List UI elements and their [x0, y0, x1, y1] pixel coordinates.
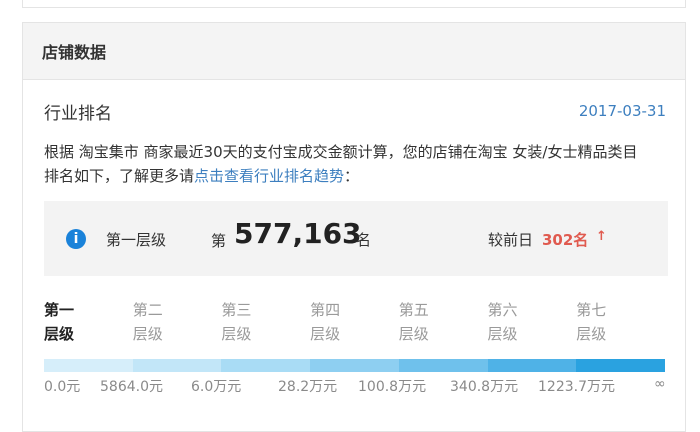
- level-bar-segment-5: [398, 359, 488, 372]
- threshold-label: 5864.0元: [100, 379, 163, 395]
- level-bar-segment-3: [221, 359, 311, 372]
- threshold-label: 0.0元: [44, 379, 81, 395]
- ranking-date: 2017-03-31: [578, 102, 666, 120]
- level-label-line2: 层级: [576, 325, 607, 343]
- panel-title: 店铺数据: [42, 43, 107, 62]
- rank-number: 577,163: [234, 217, 362, 250]
- threshold-label: 100.8万元: [358, 379, 427, 395]
- level-label-line1: 第一: [44, 301, 75, 319]
- description-suffix: ：: [344, 167, 360, 185]
- arrow-up-icon: ↑: [596, 229, 607, 244]
- level-label-2: 第二 层级: [133, 298, 173, 346]
- level-label-6: 第六 层级: [488, 298, 528, 346]
- rank-prefix: 第: [211, 232, 227, 250]
- ranking-description: 根据 淘宝集市 商家最近30天的支付宝成交金额计算，您的店铺在淘宝 女装/女士精…: [44, 140, 644, 188]
- level-label-line1: 第二: [132, 301, 163, 319]
- level-label-line1: 第七: [576, 301, 607, 319]
- level-scale: 第一 层级 第二 层级 第三 层级 第四 层级 第五 层级 第六 层级 第七 层级 0.0元 5864.0元 6…: [44, 298, 666, 418]
- threshold-label: 6.0万元: [191, 379, 242, 395]
- level-label-line1: 第三: [221, 301, 252, 319]
- level-label-line2: 层级: [398, 325, 429, 343]
- compare-value: 302名: [542, 231, 589, 249]
- level-bar-segment-1: [44, 359, 133, 372]
- level-label-3: 第三 层级: [221, 298, 261, 346]
- ranking-trend-link[interactable]: 点击查看行业排名趋势: [194, 167, 344, 185]
- compare-label: 较前日: [488, 231, 534, 249]
- level-label-line1: 第六: [487, 301, 518, 319]
- level-label-line2: 层级: [132, 325, 163, 343]
- level-label-line2: 层级: [221, 325, 252, 343]
- level-bar: [44, 359, 666, 372]
- threshold-label: 1223.7万元: [538, 379, 615, 395]
- level-bar-segment-2: [132, 359, 222, 372]
- level-label-line2: 层级: [44, 325, 75, 343]
- level-label-line1: 第四: [310, 301, 341, 319]
- info-icon[interactable]: i: [66, 229, 86, 249]
- level-label-1: 第一 层级: [44, 298, 84, 346]
- level-bar-segment-7: [576, 359, 666, 372]
- ranking-title: 行业排名: [44, 103, 112, 124]
- current-level-name: 第一层级: [106, 231, 167, 249]
- level-bar-segment-4: [310, 359, 399, 372]
- panel-header: 店铺数据: [23, 23, 685, 80]
- level-label-4: 第四 层级: [310, 298, 350, 346]
- level-label-5: 第五 层级: [399, 298, 439, 346]
- rank-suffix: 名: [356, 231, 372, 249]
- threshold-label: ∞: [654, 376, 666, 392]
- panel-body: 行业排名 2017-03-31 根据 淘宝集市 商家最近30天的支付宝成交金额计…: [23, 97, 685, 418]
- threshold-label: 28.2万元: [278, 379, 338, 395]
- threshold-label: 340.8万元: [450, 379, 519, 395]
- current-level-summary: i 第一层级 第 577,163 名 较前日 302名 ↑: [44, 201, 668, 276]
- level-label-line1: 第五: [398, 301, 429, 319]
- store-data-panel: 店铺数据 行业排名 2017-03-31 根据 淘宝集市 商家最近30天的支付宝…: [22, 22, 686, 432]
- previous-panel-edge: [22, 0, 686, 8]
- ranking-header: 行业排名 2017-03-31: [44, 97, 666, 125]
- level-label-7: 第七 层级: [576, 298, 616, 346]
- level-bar-segment-6: [487, 359, 577, 372]
- level-label-line2: 层级: [310, 325, 341, 343]
- level-label-line2: 层级: [487, 325, 518, 343]
